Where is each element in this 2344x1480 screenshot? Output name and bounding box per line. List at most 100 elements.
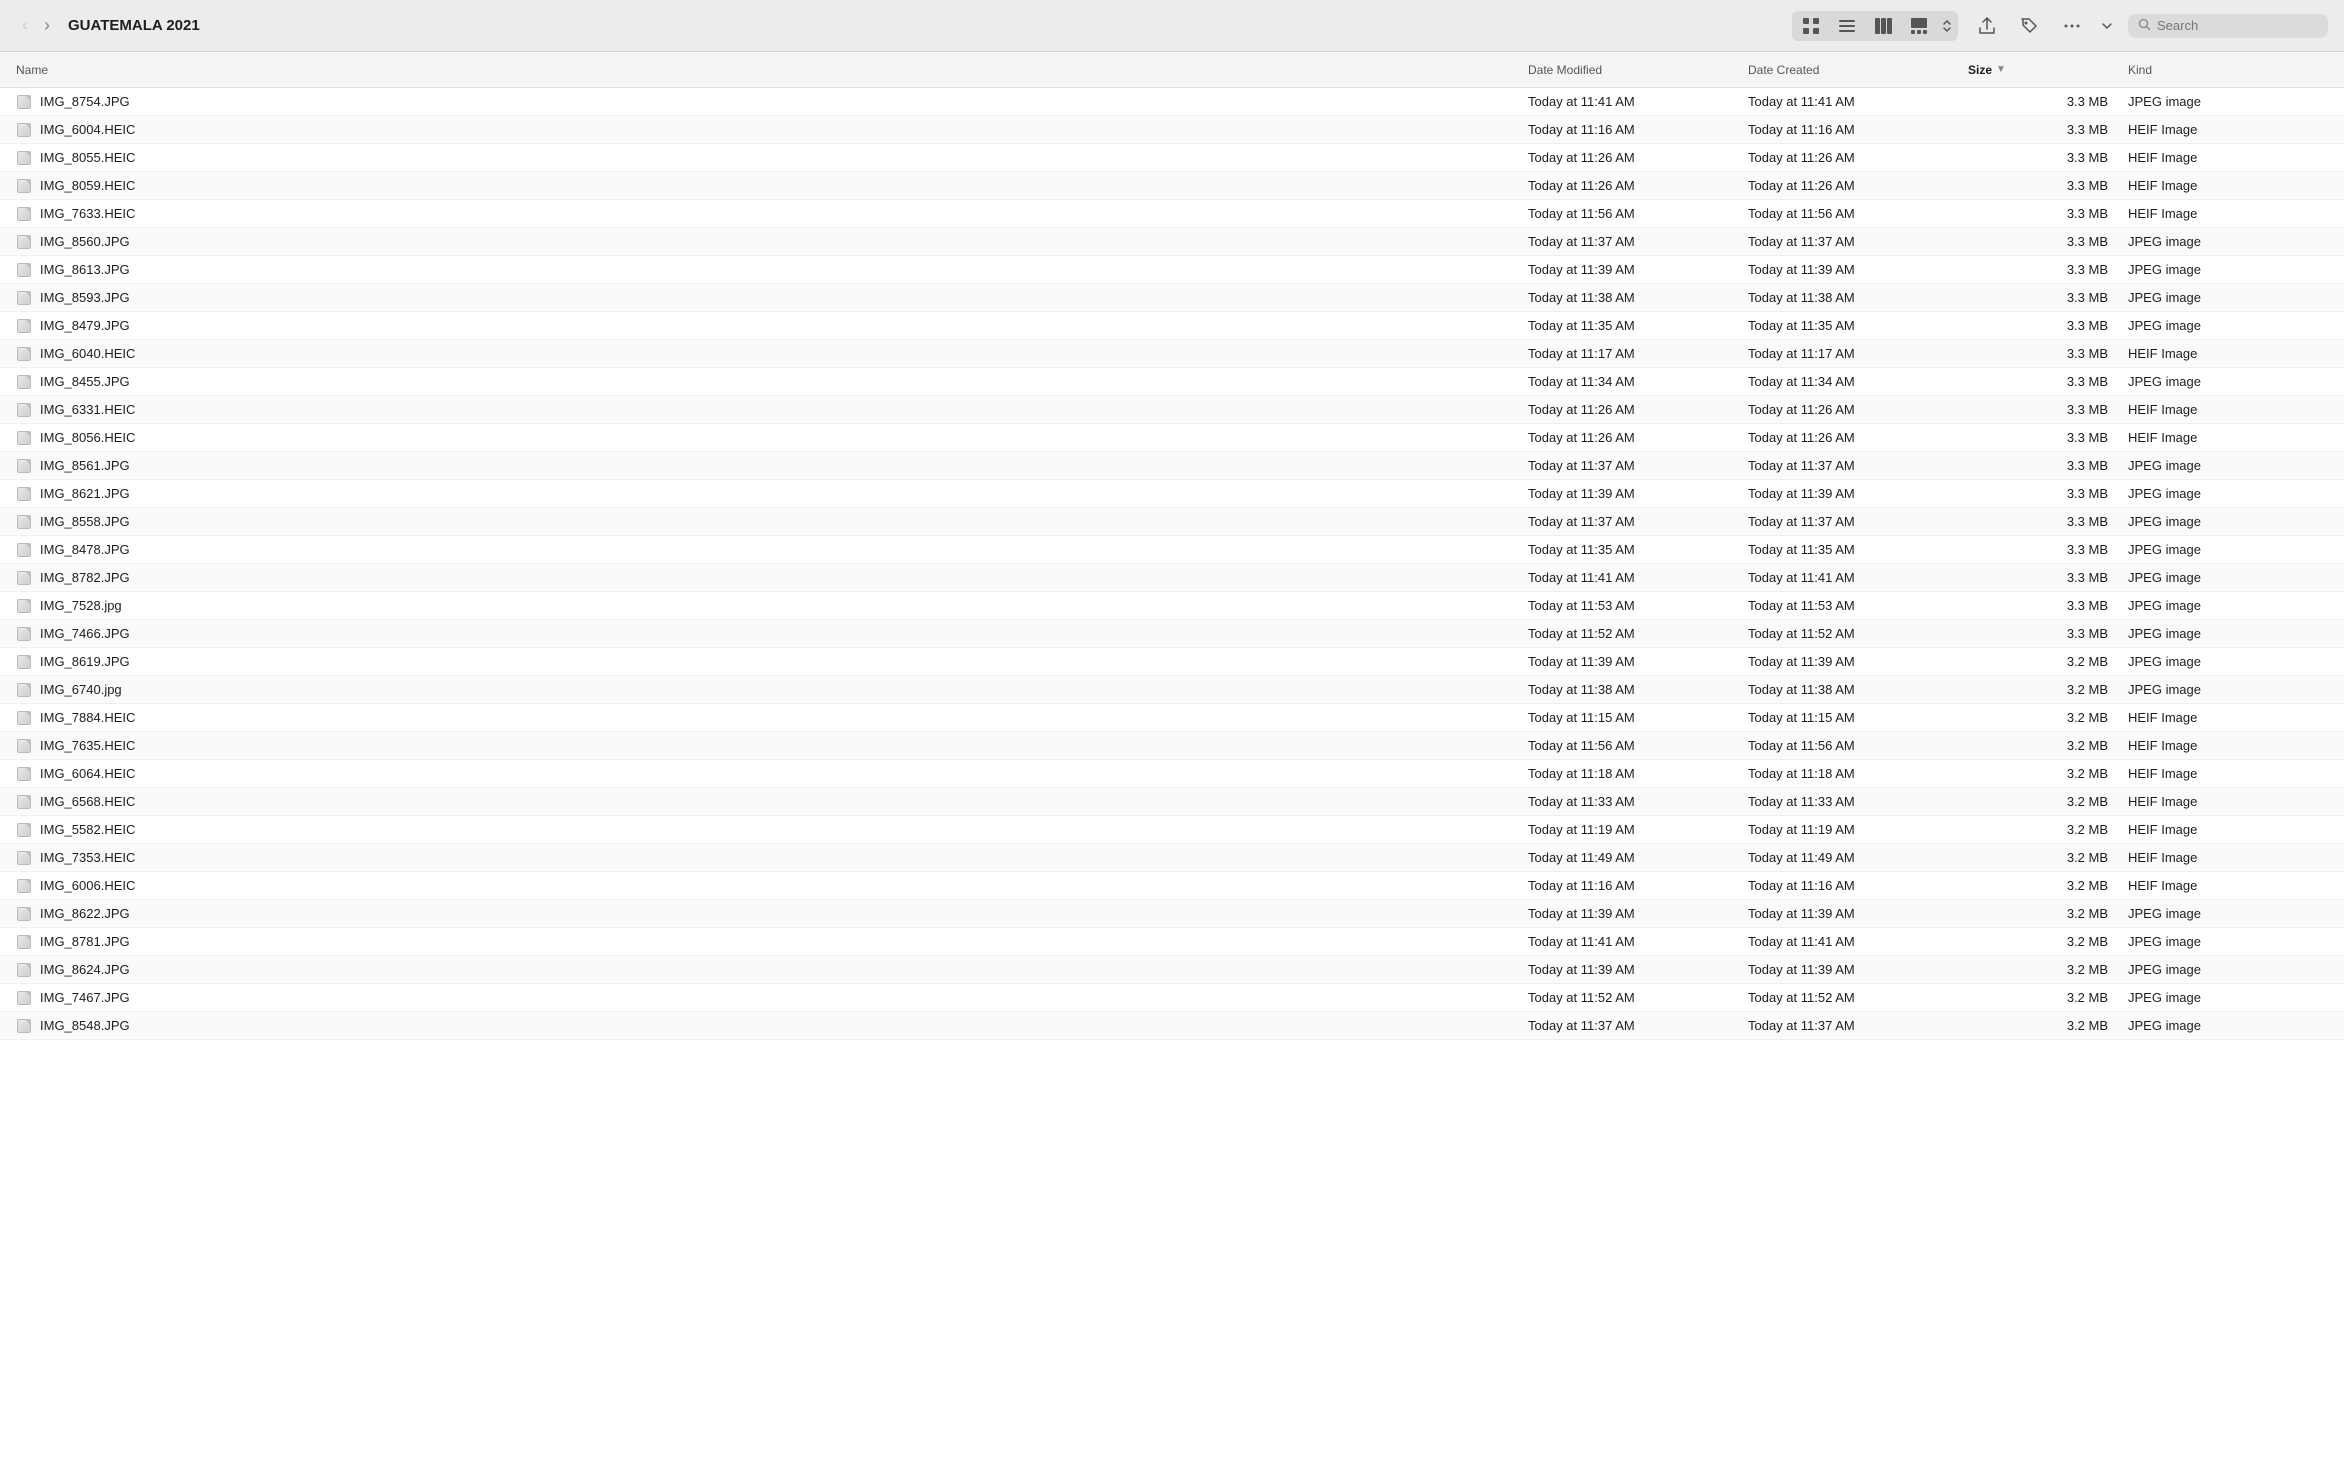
file-icon-img [17,123,31,137]
table-row[interactable]: IMG_8613.JPG Today at 11:39 AM Today at … [0,256,2344,284]
file-name: IMG_8055.HEIC [40,150,135,165]
table-row[interactable]: IMG_8055.HEIC Today at 11:26 AM Today at… [0,144,2344,172]
file-icon [16,318,32,334]
file-name-cell: IMG_5582.HEIC [16,822,1528,838]
col-header-name[interactable]: Name [16,63,1528,77]
view-gallery-button[interactable] [1902,13,1936,39]
file-date-created: Today at 11:17 AM [1748,346,1968,361]
dropdown-button[interactable] [2098,18,2116,34]
file-name-cell: IMG_8560.JPG [16,234,1528,250]
file-kind: JPEG image [2128,542,2328,557]
table-row[interactable]: IMG_8622.JPG Today at 11:39 AM Today at … [0,900,2344,928]
file-date-created: Today at 11:41 AM [1748,94,1968,109]
file-kind: JPEG image [2128,486,2328,501]
table-row[interactable]: IMG_8781.JPG Today at 11:41 AM Today at … [0,928,2344,956]
col-header-date-modified[interactable]: Date Modified [1528,63,1748,77]
col-header-date-created[interactable]: Date Created [1748,63,1968,77]
forward-button[interactable]: › [38,13,56,38]
file-date-modified: Today at 11:52 AM [1528,626,1748,641]
table-row[interactable]: IMG_6006.HEIC Today at 11:16 AM Today at… [0,872,2344,900]
file-kind: HEIF Image [2128,150,2328,165]
table-row[interactable]: IMG_7353.HEIC Today at 11:49 AM Today at… [0,844,2344,872]
file-name: IMG_8754.JPG [40,94,130,109]
view-icon-button[interactable] [1794,13,1828,39]
file-size: 3.2 MB [1968,682,2128,697]
table-row[interactable]: IMG_8782.JPG Today at 11:41 AM Today at … [0,564,2344,592]
file-size: 3.3 MB [1968,150,2128,165]
file-icon-img [17,711,31,725]
table-row[interactable]: IMG_8479.JPG Today at 11:35 AM Today at … [0,312,2344,340]
view-more-dropdown[interactable] [1938,15,1956,37]
file-icon [16,626,32,642]
back-button[interactable]: ‹ [16,13,34,38]
table-row[interactable]: IMG_8624.JPG Today at 11:39 AM Today at … [0,956,2344,984]
file-kind: JPEG image [2128,934,2328,949]
table-row[interactable]: IMG_8455.JPG Today at 11:34 AM Today at … [0,368,2344,396]
file-date-modified: Today at 11:16 AM [1528,122,1748,137]
file-icon-img [17,319,31,333]
table-row[interactable]: IMG_6004.HEIC Today at 11:16 AM Today at… [0,116,2344,144]
file-icon-img [17,487,31,501]
table-row[interactable]: IMG_8558.JPG Today at 11:37 AM Today at … [0,508,2344,536]
column-headers: Name Date Modified Date Created Size ▼ K… [0,52,2344,88]
file-icon [16,514,32,530]
table-row[interactable]: IMG_7635.HEIC Today at 11:56 AM Today at… [0,732,2344,760]
file-date-modified: Today at 11:17 AM [1528,346,1748,361]
more-button[interactable] [2054,13,2090,39]
table-row[interactable]: IMG_6740.jpg Today at 11:38 AM Today at … [0,676,2344,704]
file-name-cell: IMG_8622.JPG [16,906,1528,922]
table-row[interactable]: IMG_7466.JPG Today at 11:52 AM Today at … [0,620,2344,648]
table-row[interactable]: IMG_6331.HEIC Today at 11:26 AM Today at… [0,396,2344,424]
file-date-modified: Today at 11:38 AM [1528,290,1748,305]
file-icon-img [17,291,31,305]
table-row[interactable]: IMG_8059.HEIC Today at 11:26 AM Today at… [0,172,2344,200]
table-row[interactable]: IMG_6040.HEIC Today at 11:17 AM Today at… [0,340,2344,368]
file-date-created: Today at 11:56 AM [1748,206,1968,221]
table-row[interactable]: IMG_8754.JPG Today at 11:41 AM Today at … [0,88,2344,116]
file-kind: JPEG image [2128,962,2328,977]
col-header-size[interactable]: Size ▼ [1968,63,2128,77]
file-list: IMG_8754.JPG Today at 11:41 AM Today at … [0,88,2344,1480]
file-kind: JPEG image [2128,318,2328,333]
file-size: 3.3 MB [1968,178,2128,193]
table-row[interactable]: IMG_8593.JPG Today at 11:38 AM Today at … [0,284,2344,312]
file-name-cell: IMG_6004.HEIC [16,122,1528,138]
file-size: 3.3 MB [1968,430,2128,445]
table-row[interactable]: IMG_7633.HEIC Today at 11:56 AM Today at… [0,200,2344,228]
tag-button[interactable] [2012,13,2046,39]
table-row[interactable]: IMG_7528.jpg Today at 11:53 AM Today at … [0,592,2344,620]
file-icon [16,206,32,222]
table-row[interactable]: IMG_8478.JPG Today at 11:35 AM Today at … [0,536,2344,564]
table-row[interactable]: IMG_5582.HEIC Today at 11:19 AM Today at… [0,816,2344,844]
file-name-cell: IMG_8478.JPG [16,542,1528,558]
file-date-modified: Today at 11:37 AM [1528,1018,1748,1033]
table-row[interactable]: IMG_8560.JPG Today at 11:37 AM Today at … [0,228,2344,256]
table-row[interactable]: IMG_8561.JPG Today at 11:37 AM Today at … [0,452,2344,480]
file-name-cell: IMG_8548.JPG [16,1018,1528,1034]
file-name-cell: IMG_8619.JPG [16,654,1528,670]
file-date-modified: Today at 11:37 AM [1528,514,1748,529]
view-column-button[interactable] [1866,13,1900,39]
file-date-created: Today at 11:41 AM [1748,570,1968,585]
table-row[interactable]: IMG_8548.JPG Today at 11:37 AM Today at … [0,1012,2344,1040]
table-row[interactable]: IMG_8621.JPG Today at 11:39 AM Today at … [0,480,2344,508]
table-row[interactable]: IMG_8056.HEIC Today at 11:26 AM Today at… [0,424,2344,452]
view-list-button[interactable] [1830,13,1864,39]
table-row[interactable]: IMG_6568.HEIC Today at 11:33 AM Today at… [0,788,2344,816]
file-date-modified: Today at 11:39 AM [1528,262,1748,277]
file-icon [16,458,32,474]
view-controls [1792,11,1958,41]
file-icon-img [17,95,31,109]
share-button[interactable] [1970,13,2004,39]
file-date-modified: Today at 11:16 AM [1528,878,1748,893]
table-row[interactable]: IMG_7467.JPG Today at 11:52 AM Today at … [0,984,2344,1012]
table-row[interactable]: IMG_8619.JPG Today at 11:39 AM Today at … [0,648,2344,676]
file-icon [16,430,32,446]
table-row[interactable]: IMG_6064.HEIC Today at 11:18 AM Today at… [0,760,2344,788]
col-header-kind[interactable]: Kind [2128,63,2328,77]
table-row[interactable]: IMG_7884.HEIC Today at 11:15 AM Today at… [0,704,2344,732]
file-kind: JPEG image [2128,570,2328,585]
search-box[interactable] [2128,14,2328,38]
file-name: IMG_6006.HEIC [40,878,135,893]
search-input[interactable] [2157,18,2318,33]
